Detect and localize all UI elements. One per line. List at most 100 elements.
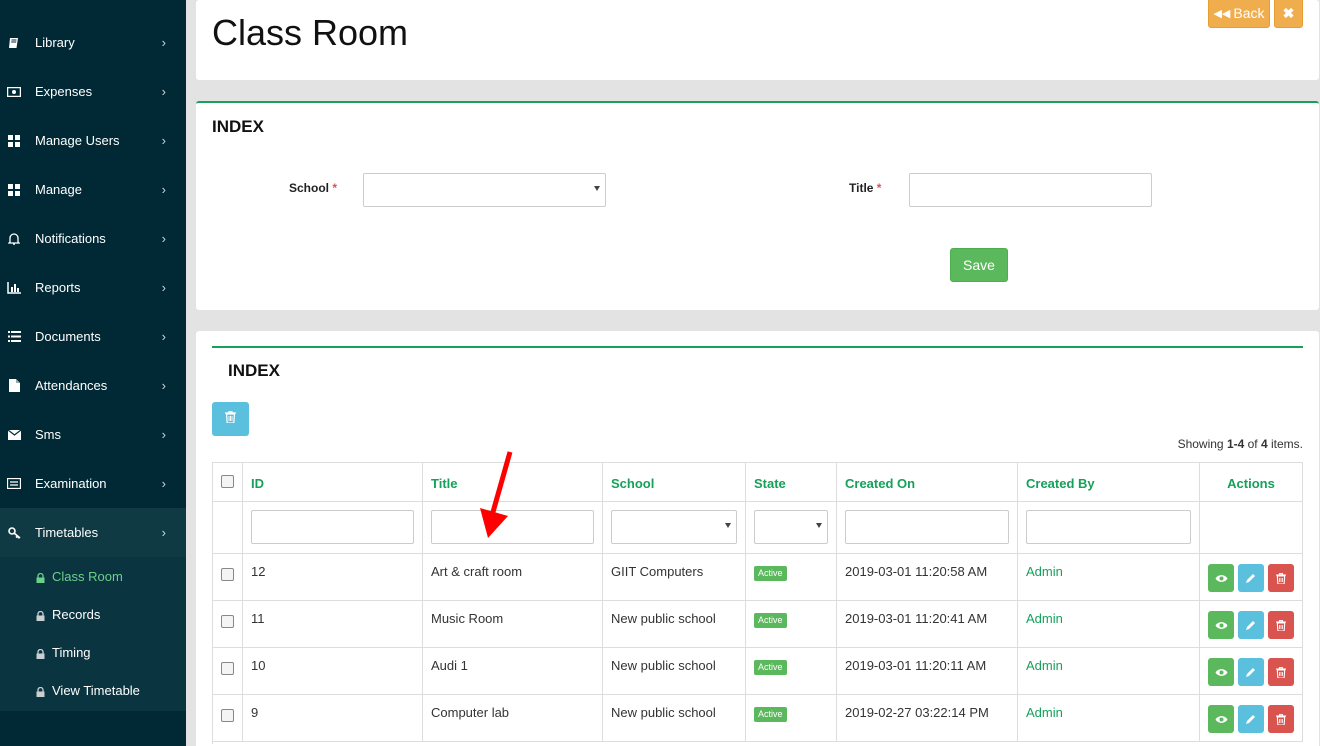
edit-button[interactable] bbox=[1238, 705, 1264, 733]
sidebar-subitem-timing[interactable]: Timing bbox=[0, 633, 186, 671]
cell-title: Computer lab bbox=[423, 695, 603, 742]
edit-button[interactable] bbox=[1238, 564, 1264, 592]
sidebar-item-notifications[interactable]: Notifications › bbox=[0, 214, 186, 263]
filter-school-select[interactable] bbox=[611, 510, 737, 544]
column-header-actions: Actions bbox=[1200, 462, 1303, 502]
caret-down-icon bbox=[725, 523, 731, 528]
view-button[interactable] bbox=[1208, 705, 1234, 733]
pencil-icon bbox=[1246, 574, 1255, 583]
title-label: Title * bbox=[849, 181, 881, 195]
cell-created-by-link[interactable]: Admin bbox=[1018, 648, 1200, 695]
cell-created-by-link[interactable]: Admin bbox=[1018, 601, 1200, 648]
filter-cell bbox=[837, 502, 1018, 554]
sidebar-item-documents[interactable]: Documents › bbox=[0, 312, 186, 361]
filter-id-input[interactable] bbox=[251, 510, 414, 544]
sidebar-item-reports[interactable]: Reports › bbox=[0, 263, 186, 312]
trash-icon bbox=[1276, 713, 1286, 725]
row-checkbox[interactable] bbox=[221, 662, 234, 675]
column-header-created-by[interactable]: Created By bbox=[1018, 462, 1200, 502]
save-button[interactable]: Save bbox=[950, 248, 1008, 282]
sidebar-item-timetables[interactable]: Timetables › bbox=[0, 508, 186, 557]
page-title: Class Room bbox=[212, 12, 409, 53]
delete-button[interactable] bbox=[1268, 564, 1294, 592]
sidebar-subitem-view-timetable[interactable]: View Timetable bbox=[0, 671, 186, 709]
back-button-label: Back bbox=[1233, 5, 1265, 21]
lock-icon bbox=[36, 609, 45, 621]
sidebar-item-examination[interactable]: Examination › bbox=[0, 459, 186, 508]
cell-created-by-link[interactable]: Admin bbox=[1018, 695, 1200, 742]
chevron-right-icon: › bbox=[161, 231, 166, 246]
title-input[interactable] bbox=[909, 173, 1152, 207]
row-checkbox[interactable] bbox=[221, 568, 234, 581]
delete-button[interactable] bbox=[1268, 611, 1294, 639]
sidebar-item-attendances[interactable]: Attendances › bbox=[0, 361, 186, 410]
lock-icon bbox=[36, 647, 45, 659]
summary-prefix: Showing bbox=[1177, 437, 1227, 451]
column-header-school[interactable]: School bbox=[603, 462, 746, 502]
sidebar-item-expenses[interactable]: Expenses › bbox=[0, 67, 186, 116]
cell-id: 9 bbox=[243, 695, 423, 742]
sidebar-item-sms[interactable]: Sms › bbox=[0, 410, 186, 459]
column-header-state[interactable]: State bbox=[746, 462, 837, 502]
summary-total: 4 bbox=[1260, 437, 1268, 451]
cell-created-on: 2019-03-01 11:20:41 AM bbox=[837, 601, 1018, 648]
status-badge: Active bbox=[754, 660, 787, 675]
row-checkbox-cell bbox=[212, 601, 243, 648]
row-checkbox[interactable] bbox=[221, 709, 234, 722]
file-icon bbox=[7, 379, 21, 393]
filter-created-on-input[interactable] bbox=[845, 510, 1009, 544]
sidebar-item-manage-users[interactable]: Manage Users › bbox=[0, 116, 186, 165]
trash-icon bbox=[225, 410, 236, 428]
required-mark: * bbox=[876, 181, 882, 195]
row-checkbox-cell bbox=[212, 554, 243, 601]
school-select[interactable] bbox=[363, 173, 606, 207]
form-heading: INDEX bbox=[212, 117, 264, 136]
grid-panel: INDEX Showing 1-4 of 4 items. ID Title S… bbox=[196, 331, 1319, 746]
eye-icon bbox=[1215, 715, 1227, 723]
row-checkbox[interactable] bbox=[221, 615, 234, 628]
cell-title: Audi 1 bbox=[423, 648, 603, 695]
trash-icon bbox=[1276, 572, 1286, 584]
back-button[interactable]: ◀◀ Back bbox=[1208, 0, 1270, 28]
page-header: Class Room bbox=[196, 0, 1319, 80]
th-large-icon bbox=[7, 183, 21, 197]
header-checkbox-cell bbox=[212, 462, 243, 502]
sidebar-subitem-records[interactable]: Records bbox=[0, 595, 186, 633]
sidebar-item-library[interactable]: Library › bbox=[0, 18, 186, 67]
caret-down-icon bbox=[816, 523, 822, 528]
lock-icon bbox=[36, 685, 45, 697]
view-button[interactable] bbox=[1208, 564, 1234, 592]
column-header-id[interactable]: ID bbox=[243, 462, 423, 502]
sidebar-submenu: Class Room Records Timing View Timetable bbox=[0, 557, 186, 711]
sidebar-item-label: Documents bbox=[35, 329, 101, 344]
summary-suffix: items. bbox=[1267, 437, 1303, 451]
cell-school: New public school bbox=[603, 648, 746, 695]
column-header-created-on[interactable]: Created On bbox=[837, 462, 1018, 502]
view-button[interactable] bbox=[1208, 611, 1234, 639]
filter-created-by-input[interactable] bbox=[1026, 510, 1191, 544]
caret-down-icon bbox=[594, 186, 600, 191]
pencil-icon bbox=[1246, 621, 1255, 630]
envelope-icon bbox=[7, 428, 21, 442]
sidebar-item-label: Timetables bbox=[35, 525, 99, 540]
close-button[interactable]: ✖ bbox=[1274, 0, 1303, 28]
delete-button[interactable] bbox=[1268, 705, 1294, 733]
view-button[interactable] bbox=[1208, 658, 1234, 686]
bulk-delete-button[interactable] bbox=[212, 402, 249, 436]
cell-created-by-link[interactable]: Admin bbox=[1018, 554, 1200, 601]
sidebar-subitem-label: Timing bbox=[52, 644, 91, 660]
cell-state: Active bbox=[746, 648, 837, 695]
delete-button[interactable] bbox=[1268, 658, 1294, 686]
sidebar-subitem-class-room[interactable]: Class Room bbox=[0, 557, 186, 595]
edit-button[interactable] bbox=[1238, 611, 1264, 639]
cell-actions bbox=[1200, 601, 1303, 648]
filter-cell bbox=[746, 502, 837, 554]
sidebar-item-manage[interactable]: Manage › bbox=[0, 165, 186, 214]
filter-state-select[interactable] bbox=[754, 510, 828, 544]
chevron-right-icon: › bbox=[161, 427, 166, 442]
money-icon bbox=[7, 85, 21, 99]
select-all-checkbox[interactable] bbox=[221, 475, 234, 488]
form-panel: INDEX School * Title * Save bbox=[196, 101, 1319, 310]
edit-button[interactable] bbox=[1238, 658, 1264, 686]
sidebar-item-label: Sms bbox=[35, 427, 61, 442]
